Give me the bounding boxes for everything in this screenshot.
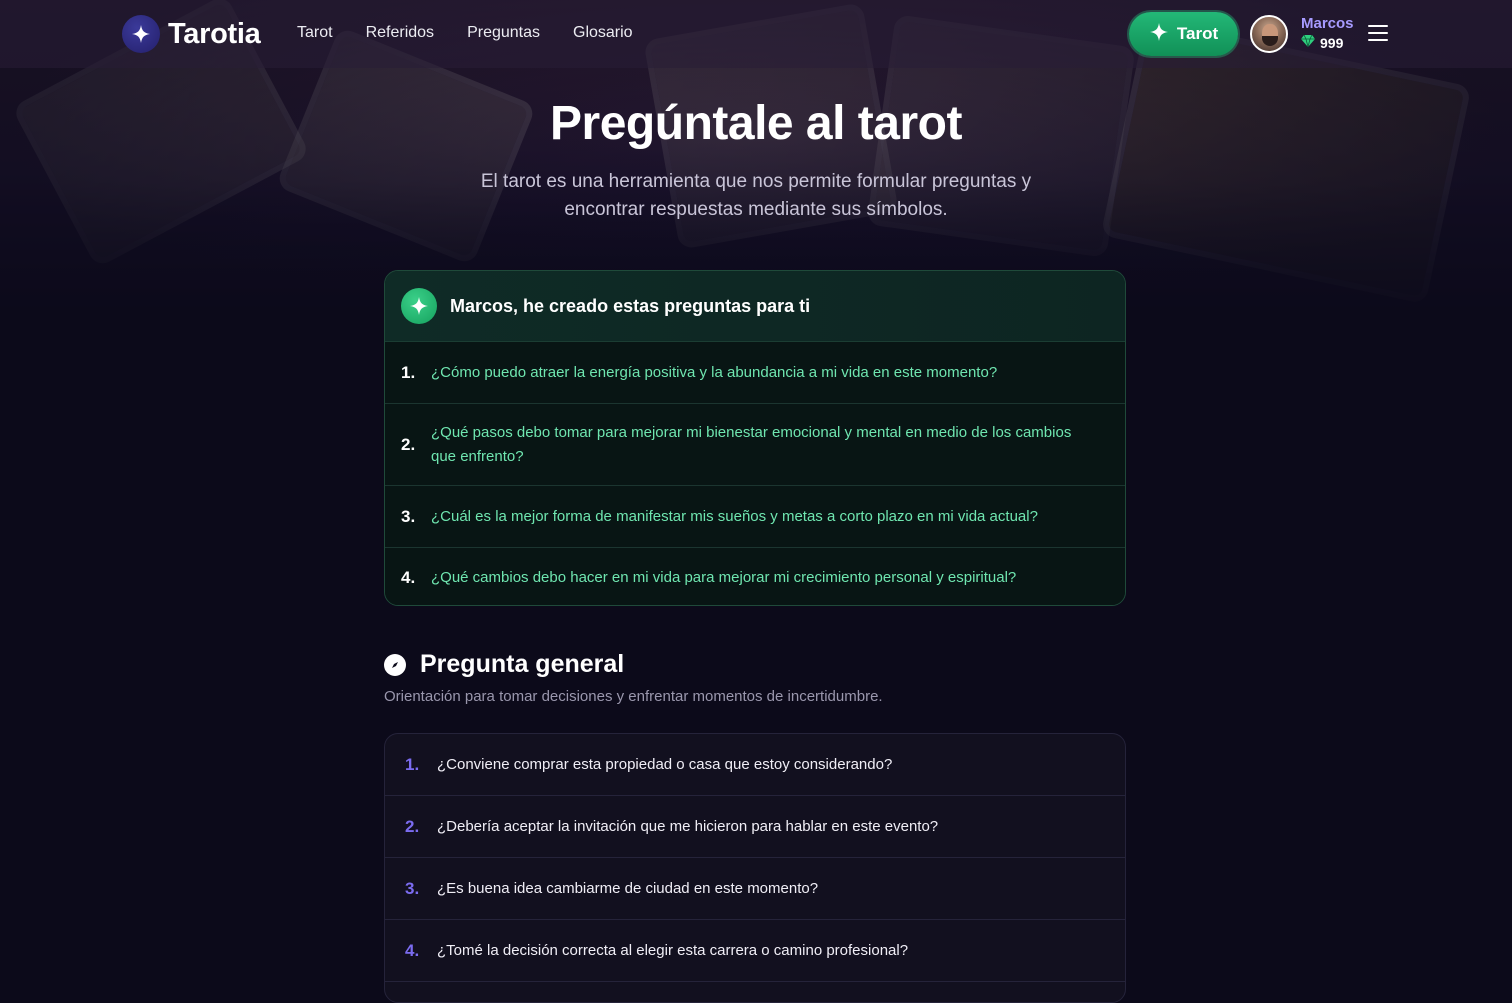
page-subtitle: El tarot es una herramienta que nos perm… — [480, 171, 1032, 220]
nav-link-tarot[interactable]: Tarot — [297, 24, 333, 42]
gem-icon — [1301, 34, 1315, 52]
nav-link-glosario[interactable]: Glosario — [573, 24, 633, 42]
question-number: 3. — [405, 878, 420, 898]
top-navbar: Tarotia Tarot Referidos Preguntas Glosar… — [0, 0, 1512, 68]
tarot-cta-label: Tarot — [1176, 24, 1219, 43]
brand-name: Tarotia — [168, 17, 261, 50]
suggested-question-item[interactable]: 3. ¿Cuál es la mejor forma de manifestar… — [385, 486, 1125, 548]
user-gem-balance: 999 — [1301, 34, 1343, 52]
question-number: 1. — [405, 754, 420, 774]
sparkle-icon — [401, 288, 437, 324]
suggested-questions-card: Marcos, he creado estas preguntas para t… — [384, 270, 1126, 606]
general-question-item[interactable]: 3. ¿Es buena idea cambiarme de ciudad en… — [385, 858, 1125, 920]
gem-count: 999 — [1320, 35, 1344, 51]
general-question-item[interactable]: 1. ¿Conviene comprar esta propiedad o ca… — [385, 734, 1125, 796]
compass-icon — [384, 653, 406, 676]
question-text: ¿Tomé la decisión correcta al elegir est… — [437, 942, 909, 959]
nav-link-referidos[interactable]: Referidos — [366, 24, 434, 42]
tarot-cta-button[interactable]: Tarot — [1129, 12, 1238, 56]
general-question-item[interactable]: 2. ¿Debería aceptar la invitación que me… — [385, 796, 1125, 858]
suggested-question-item[interactable]: 2. ¿Qué pasos debo tomar para mejorar mi… — [385, 404, 1125, 486]
hamburger-menu-icon[interactable] — [1368, 25, 1388, 43]
question-text: ¿Es buena idea cambiarme de ciudad en es… — [437, 880, 819, 897]
sparkle-icon — [122, 15, 160, 53]
brand-logo[interactable]: Tarotia — [122, 15, 261, 53]
question-number: 4. — [405, 940, 420, 960]
question-number: 2. — [401, 434, 416, 454]
question-number: 1. — [401, 362, 416, 382]
general-questions-list: 1. ¿Conviene comprar esta propiedad o ca… — [384, 733, 1126, 1003]
sparkle-icon — [1149, 22, 1169, 47]
nav-links: Tarot Referidos Preguntas Glosario — [297, 24, 666, 42]
question-text: ¿Qué cambios debo hacer en mi vida para … — [431, 569, 1017, 586]
page-title: Pregúntale al tarot — [550, 97, 962, 150]
nav-link-preguntas[interactable]: Preguntas — [467, 24, 540, 42]
suggested-question-item[interactable]: 4. ¿Qué cambios debo hacer en mi vida pa… — [385, 548, 1125, 605]
general-question-item[interactable]: 4. ¿Tomé la decisión correcta al elegir … — [385, 920, 1125, 982]
question-text: ¿Debería aceptar la invitación que me hi… — [437, 818, 939, 835]
user-name[interactable]: Marcos — [1301, 15, 1354, 32]
question-text: ¿Cómo puedo atraer la energía positiva y… — [431, 363, 998, 381]
section-header: Pregunta general — [384, 650, 624, 679]
question-number: 4. — [401, 568, 416, 587]
suggested-question-item[interactable]: 1. ¿Cómo puedo atraer la energía positiv… — [385, 342, 1125, 404]
suggested-questions-header: Marcos, he creado estas preguntas para t… — [385, 271, 1125, 342]
question-number: 3. — [401, 506, 416, 526]
question-text: ¿Qué pasos debo tomar para mejorar mi bi… — [431, 423, 1072, 465]
user-avatar[interactable] — [1250, 15, 1288, 53]
section-description: Orientación para tomar decisiones y enfr… — [384, 688, 883, 705]
question-text: ¿Cuál es la mejor forma de manifestar mi… — [431, 507, 1038, 525]
suggested-questions-title: Marcos, he creado estas preguntas para t… — [450, 295, 811, 316]
question-number: 2. — [405, 816, 420, 836]
section-title: Pregunta general — [420, 650, 625, 678]
question-text: ¿Conviene comprar esta propiedad o casa … — [437, 756, 893, 773]
